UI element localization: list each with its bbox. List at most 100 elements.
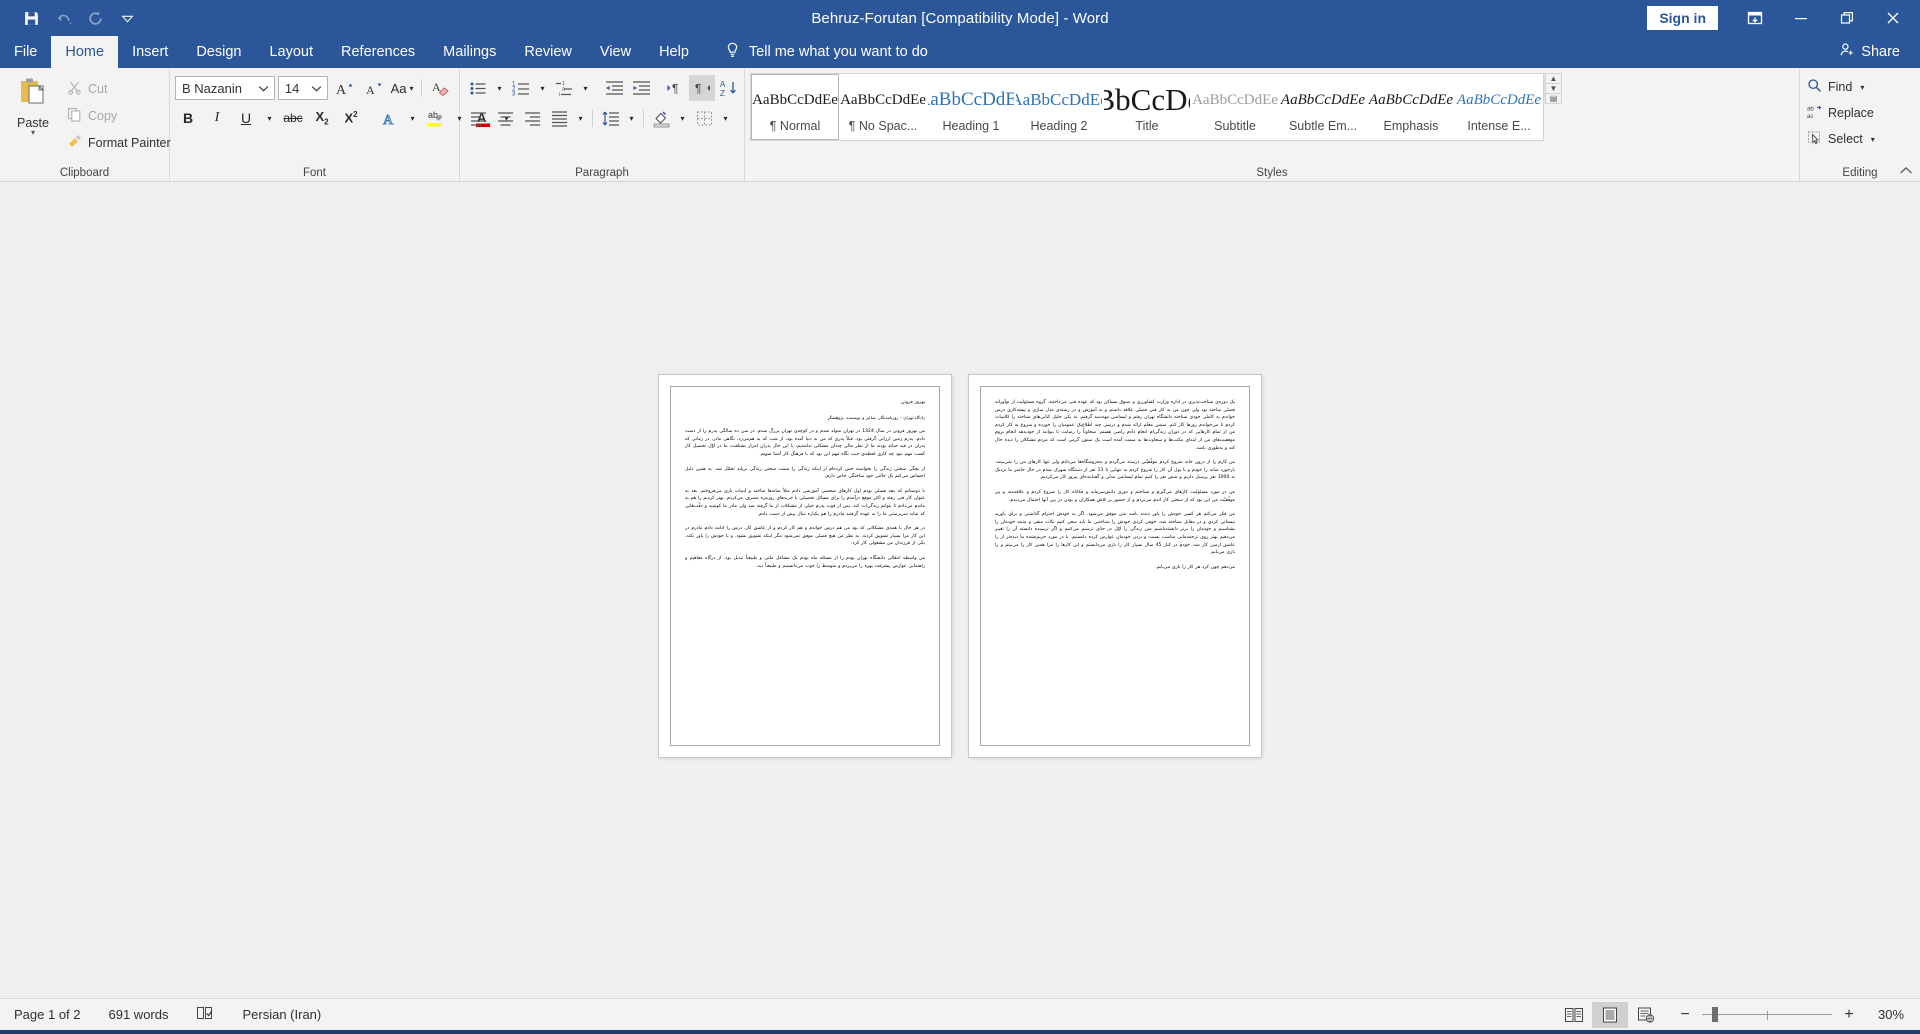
customize-qat-icon[interactable] xyxy=(112,4,142,32)
bullets-button[interactable] xyxy=(465,75,491,101)
numbering-dropdown-icon[interactable]: ▾ xyxy=(535,75,550,101)
tell-me-search[interactable]: Tell me what you want to do xyxy=(703,36,928,68)
styles-more-icon[interactable]: ▤ xyxy=(1545,93,1562,104)
proofing-status[interactable] xyxy=(182,999,228,1031)
save-icon[interactable] xyxy=(16,4,46,32)
copy-button[interactable]: Copy xyxy=(65,104,176,128)
underline-dropdown-icon[interactable]: ▾ xyxy=(262,105,277,131)
zoom-slider-thumb[interactable] xyxy=(1712,1007,1718,1022)
clear-formatting-button[interactable]: A xyxy=(428,75,454,101)
zoom-slider[interactable] xyxy=(1702,1007,1832,1022)
sign-in-button[interactable]: Sign in xyxy=(1647,5,1718,31)
language-indicator[interactable]: Persian (Iran) xyxy=(228,999,335,1031)
justify-button[interactable] xyxy=(546,105,572,131)
align-right-button[interactable] xyxy=(519,105,545,131)
paste-dropdown-icon[interactable]: ▾ xyxy=(31,129,35,137)
zoom-out-button[interactable]: − xyxy=(1678,1006,1692,1023)
zoom-percent[interactable]: 30% xyxy=(1866,1007,1906,1022)
increase-indent-button[interactable] xyxy=(628,75,654,101)
superscript-button[interactable]: X2 xyxy=(338,105,364,131)
page-indicator[interactable]: Page 1 of 2 xyxy=(0,999,95,1031)
word-count[interactable]: 691 words xyxy=(95,999,183,1031)
find-button[interactable]: Find ▾ xyxy=(1805,75,1880,99)
print-layout-icon[interactable] xyxy=(1592,1001,1628,1028)
text-effects-dropdown-icon[interactable]: ▾ xyxy=(405,105,420,131)
align-left-button[interactable] xyxy=(465,105,491,131)
restore-icon[interactable] xyxy=(1824,0,1870,36)
style-emphasis[interactable]: AaBbCcDdEe Emphasis xyxy=(1367,74,1455,140)
zoom-in-button[interactable]: + xyxy=(1842,1006,1856,1023)
bold-button[interactable]: B xyxy=(175,105,201,131)
web-layout-icon[interactable] xyxy=(1628,1002,1664,1028)
styles-scroll-up-icon[interactable]: ▲ xyxy=(1545,73,1562,83)
undo-icon[interactable] xyxy=(48,4,78,32)
tab-help[interactable]: Help xyxy=(645,36,703,68)
shading-button[interactable] xyxy=(648,105,674,131)
tab-references[interactable]: References xyxy=(327,36,429,68)
read-mode-icon[interactable] xyxy=(1556,1002,1592,1028)
chevron-down-icon[interactable] xyxy=(257,82,270,95)
style-title[interactable]: AaBbCcDdEe Title xyxy=(1103,74,1191,140)
borders-button[interactable] xyxy=(691,105,717,131)
share-button[interactable]: Share xyxy=(1839,36,1920,68)
replace-button[interactable]: ab ac Replace xyxy=(1805,101,1880,125)
document-canvas[interactable]: بهروز فروتن زادگاه:تهران - روزنامه‌نگار،… xyxy=(0,182,1920,998)
redo-icon[interactable] xyxy=(80,4,110,32)
style-subtle-emphasis[interactable]: AaBbCcDdEe Subtle Em... xyxy=(1279,74,1367,140)
paste-button[interactable]: Paste ▾ xyxy=(5,73,61,155)
line-spacing-dropdown-icon[interactable]: ▾ xyxy=(624,105,639,131)
borders-dropdown-icon[interactable]: ▾ xyxy=(718,105,733,131)
grow-font-button[interactable]: A xyxy=(331,75,357,101)
text-highlight-button[interactable]: ab xyxy=(423,105,449,131)
tab-layout[interactable]: Layout xyxy=(255,36,327,68)
decrease-indent-button[interactable] xyxy=(601,75,627,101)
tab-home[interactable]: Home xyxy=(51,36,119,68)
styles-gallery[interactable]: AaBbCcDdEe ¶ Normal AaBbCcDdEe ¶ No Spac… xyxy=(750,73,1544,141)
document-page-1[interactable]: بهروز فروتن زادگاه:تهران - روزنامه‌نگار،… xyxy=(659,375,951,757)
tab-design[interactable]: Design xyxy=(182,36,255,68)
justify-dropdown-icon[interactable]: ▾ xyxy=(573,105,588,131)
page-2-text-area[interactable]: یک دوره‌ی شناخت‌پذیری در اداره وزارت کشا… xyxy=(980,386,1250,746)
line-spacing-button[interactable] xyxy=(597,105,623,131)
style-normal[interactable]: AaBbCcDdEe ¶ Normal xyxy=(751,74,839,140)
rtl-text-direction-button[interactable]: ¶ xyxy=(689,75,715,101)
format-painter-button[interactable]: Format Painter xyxy=(65,131,176,155)
page-1-text-area[interactable]: بهروز فروتن زادگاه:تهران - روزنامه‌نگار،… xyxy=(670,386,940,746)
style-heading-1[interactable]: AaBbCcDdEe Heading 1 xyxy=(927,74,1015,140)
align-center-button[interactable] xyxy=(492,105,518,131)
underline-button[interactable]: U xyxy=(233,105,259,131)
ribbon-display-options-icon[interactable] xyxy=(1732,0,1778,36)
document-page-2[interactable]: یک دوره‌ی شناخت‌پذیری در اداره وزارت کشا… xyxy=(969,375,1261,757)
shrink-font-button[interactable]: A xyxy=(360,75,386,101)
tab-insert[interactable]: Insert xyxy=(118,36,182,68)
close-icon[interactable] xyxy=(1870,0,1916,36)
bullets-dropdown-icon[interactable]: ▾ xyxy=(492,75,507,101)
tab-file[interactable]: File xyxy=(0,36,52,68)
select-dropdown-icon[interactable]: ▾ xyxy=(1871,135,1875,144)
subscript-button[interactable]: X2 xyxy=(309,105,335,131)
numbering-button[interactable]: 123 xyxy=(508,75,534,101)
collapse-ribbon-icon[interactable] xyxy=(1898,163,1914,179)
text-effects-button[interactable]: A xyxy=(376,105,402,131)
font-size-combo[interactable]: 14 xyxy=(277,76,329,100)
tab-view[interactable]: View xyxy=(586,36,645,68)
italic-button[interactable]: I xyxy=(204,105,230,131)
style-no-spacing[interactable]: AaBbCcDdEe ¶ No Spac... xyxy=(839,74,927,140)
change-case-button[interactable]: Aa ▾ xyxy=(389,75,415,101)
style-subtitle[interactable]: AaBbCcDdEe Subtitle xyxy=(1191,74,1279,140)
strikethrough-button[interactable]: abc xyxy=(280,105,306,131)
styles-scroll-down-icon[interactable]: ▼ xyxy=(1545,83,1562,93)
minimize-icon[interactable] xyxy=(1778,0,1824,36)
style-intense-emphasis[interactable]: AaBbCcDdEe Intense E... xyxy=(1455,74,1543,140)
style-heading-2[interactable]: AaBbCcDdEe Heading 2 xyxy=(1015,74,1103,140)
multilevel-dropdown-icon[interactable]: ▾ xyxy=(578,75,593,101)
ltr-text-direction-button[interactable]: ¶ xyxy=(662,75,688,101)
font-name-combo[interactable]: B Nazanin xyxy=(175,76,275,100)
select-button[interactable]: Select ▾ xyxy=(1805,127,1880,151)
tab-mailings[interactable]: Mailings xyxy=(429,36,510,68)
multilevel-list-button[interactable]: 1ai xyxy=(551,75,577,101)
sort-button[interactable]: AZ xyxy=(716,75,742,101)
shading-dropdown-icon[interactable]: ▾ xyxy=(675,105,690,131)
chevron-down-icon[interactable] xyxy=(310,82,323,95)
find-dropdown-icon[interactable]: ▾ xyxy=(1860,83,1864,92)
